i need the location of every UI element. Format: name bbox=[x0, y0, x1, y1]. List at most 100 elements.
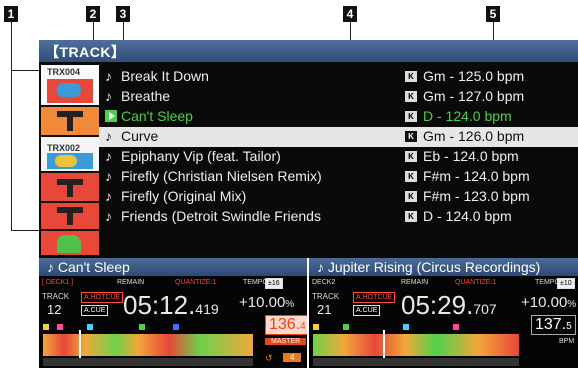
track-key-bpm: Eb - 124.0 bpm bbox=[423, 148, 519, 164]
track-row[interactable]: ♪ Firefly (Original Mix) K F#m - 123.0 bpm bbox=[99, 187, 578, 207]
key-icon: K bbox=[405, 71, 417, 82]
track-key-bpm: Gm - 125.0 bpm bbox=[423, 68, 525, 84]
cue-marker-d-icon bbox=[139, 324, 145, 330]
cue-marker-c-icon bbox=[87, 324, 93, 330]
deck1-bpm-dec: 4 bbox=[300, 321, 306, 332]
deck2-track-label: TRACK bbox=[312, 292, 340, 301]
cue-marker-b-icon bbox=[57, 324, 63, 330]
cue-marker-a-icon bbox=[43, 324, 49, 330]
artwork-trx004[interactable]: TRX004 bbox=[41, 65, 99, 105]
callout-1: 1 bbox=[4, 6, 18, 22]
art-stem bbox=[67, 185, 73, 197]
deck2-tempo-pct: +10.00% bbox=[521, 294, 576, 311]
deck1-master-badge[interactable]: MASTER bbox=[265, 338, 307, 345]
deck2-header: ♪ Jupiter Rising (Circus Recordings) bbox=[309, 258, 578, 276]
deck1-label: [ DECK1 ] bbox=[42, 279, 74, 286]
deck1-panel: ♪ Can't Sleep [ DECK1 ] REMAIN QUANTIZE:… bbox=[39, 258, 307, 368]
deck2-time: 05:29.707 bbox=[401, 290, 497, 321]
deck2-pct-sign: % bbox=[567, 299, 577, 310]
artwork-orange[interactable] bbox=[41, 107, 99, 135]
track-title: Firefly (Original Mix) bbox=[121, 188, 247, 204]
artwork-trx002[interactable]: TRX002 bbox=[41, 137, 99, 171]
deck1-tempo-pct: +10.00% bbox=[239, 294, 294, 311]
key-icon: K bbox=[405, 111, 417, 122]
track-row[interactable]: ♪ Curve K Gm - 126.0 bpm bbox=[99, 127, 578, 147]
artwork-red-1[interactable] bbox=[41, 173, 99, 201]
artwork-column: TRX004 TRX002 bbox=[41, 65, 99, 255]
artwork-red-2[interactable] bbox=[41, 203, 99, 229]
music-note-icon: ♪ bbox=[105, 188, 112, 204]
deck2-bpm: 137.5 bbox=[531, 315, 576, 335]
deck2-bpm-unit: BPM bbox=[559, 338, 575, 345]
play-icon bbox=[105, 110, 117, 122]
deck2-quantize: QUANTIZE:1 bbox=[455, 279, 497, 286]
key-icon: K bbox=[405, 91, 417, 102]
deck2-hotcue-badge[interactable]: A.HOTCUE bbox=[353, 292, 396, 303]
callout-1-line-bottom bbox=[11, 230, 39, 231]
track-browser: 【TRACK】 TRX004 TRX002 ♪ Break It Down K Gm bbox=[39, 40, 578, 258]
deck1-track-title: ♪ Can't Sleep bbox=[47, 259, 130, 275]
deck2-time-main: 05:29. bbox=[401, 290, 474, 320]
music-note-icon: ♪ bbox=[105, 68, 112, 84]
deck2-acue-badge[interactable]: A.CUE bbox=[353, 305, 381, 316]
callout-2-line bbox=[93, 22, 94, 42]
deck1-bpm-main: 136. bbox=[269, 316, 301, 333]
deck1-loop-beat[interactable]: 4 bbox=[283, 353, 302, 362]
deck1-hotcue-badge[interactable]: A.HOTCUE bbox=[81, 292, 124, 303]
deck2-remain: REMAIN bbox=[401, 279, 429, 286]
deck2-playhead bbox=[383, 330, 385, 360]
deck2-panel: ♪ Jupiter Rising (Circus Recordings) DEC… bbox=[309, 258, 578, 368]
deck2-position-bar[interactable] bbox=[313, 358, 519, 366]
cue-marker-b-icon bbox=[343, 324, 349, 330]
deck1-time-main: 05:12. bbox=[123, 290, 196, 320]
deck1-quantize: QUANTIZE:1 bbox=[175, 279, 217, 286]
art-label: TRX002 bbox=[47, 143, 81, 153]
art-label: TRX004 bbox=[47, 67, 81, 77]
deck1-waveform[interactable] bbox=[43, 334, 253, 356]
artwork-green[interactable] bbox=[41, 231, 99, 255]
key-icon: K bbox=[405, 151, 417, 162]
track-row[interactable]: ♪ Friends (Detroit Swindle Friends K D - 12… bbox=[99, 207, 578, 227]
music-note-icon: ♪ bbox=[105, 148, 112, 164]
deck2-waveform[interactable] bbox=[313, 334, 519, 356]
art-stem bbox=[67, 117, 73, 131]
deck2-tempo-range[interactable]: ±10 bbox=[557, 278, 575, 289]
track-title: Break It Down bbox=[121, 68, 209, 84]
art-shape bbox=[55, 155, 77, 167]
track-key-bpm: F#m - 123.0 bpm bbox=[423, 188, 530, 204]
deck1-time: 05:12.419 bbox=[123, 290, 219, 321]
deck1-remain: REMAIN bbox=[117, 279, 145, 286]
deck2-cue-markers bbox=[313, 324, 523, 332]
track-row[interactable]: ♪ Epiphany Vip (feat. Tailor) K Eb - 124.0 … bbox=[99, 147, 578, 167]
deck1-pct-sign: % bbox=[285, 299, 295, 310]
deck1-header: ♪ Can't Sleep bbox=[39, 258, 307, 276]
deck1-track-label: TRACK bbox=[42, 292, 70, 301]
deck2-time-ms: 707 bbox=[473, 301, 497, 317]
track-key-bpm: Gm - 127.0 bpm bbox=[423, 88, 525, 104]
key-icon: K bbox=[405, 171, 417, 182]
music-note-icon: ♪ bbox=[105, 128, 112, 144]
art-stem bbox=[67, 213, 73, 225]
track-row[interactable]: ♪ Breathe K Gm - 127.0 bpm bbox=[99, 87, 578, 107]
track-key-bpm: D - 124.0 bpm bbox=[423, 108, 512, 124]
callout-3: 3 bbox=[116, 6, 130, 22]
key-icon: K bbox=[405, 191, 417, 202]
callout-2: 2 bbox=[86, 6, 100, 22]
art-shape bbox=[57, 235, 81, 253]
track-row[interactable]: Can't Sleep K D - 124.0 bpm bbox=[99, 107, 578, 127]
deck1-playhead bbox=[79, 330, 81, 360]
track-row[interactable]: ♪ Firefly (Christian Nielsen Remix) K F#m -… bbox=[99, 167, 578, 187]
cue-marker-c-icon bbox=[403, 324, 409, 330]
deck1-tempo-range[interactable]: ±16 bbox=[265, 278, 283, 289]
deck1-position-bar[interactable] bbox=[43, 358, 253, 366]
callout-4: 4 bbox=[343, 6, 357, 22]
art-shape bbox=[57, 83, 81, 97]
music-note-icon: ♪ bbox=[105, 88, 112, 104]
cue-marker-a-icon bbox=[313, 324, 319, 330]
track-row[interactable]: ♪ Break It Down K Gm - 125.0 bpm bbox=[99, 67, 578, 87]
deck2-bpm-main: 137. bbox=[535, 316, 567, 333]
track-title: Curve bbox=[121, 128, 159, 144]
browser-title: 【TRACK】 bbox=[45, 44, 126, 60]
track-key-bpm: F#m - 124.0 bpm bbox=[423, 168, 530, 184]
deck1-acue-badge[interactable]: A.CUE bbox=[81, 305, 109, 316]
